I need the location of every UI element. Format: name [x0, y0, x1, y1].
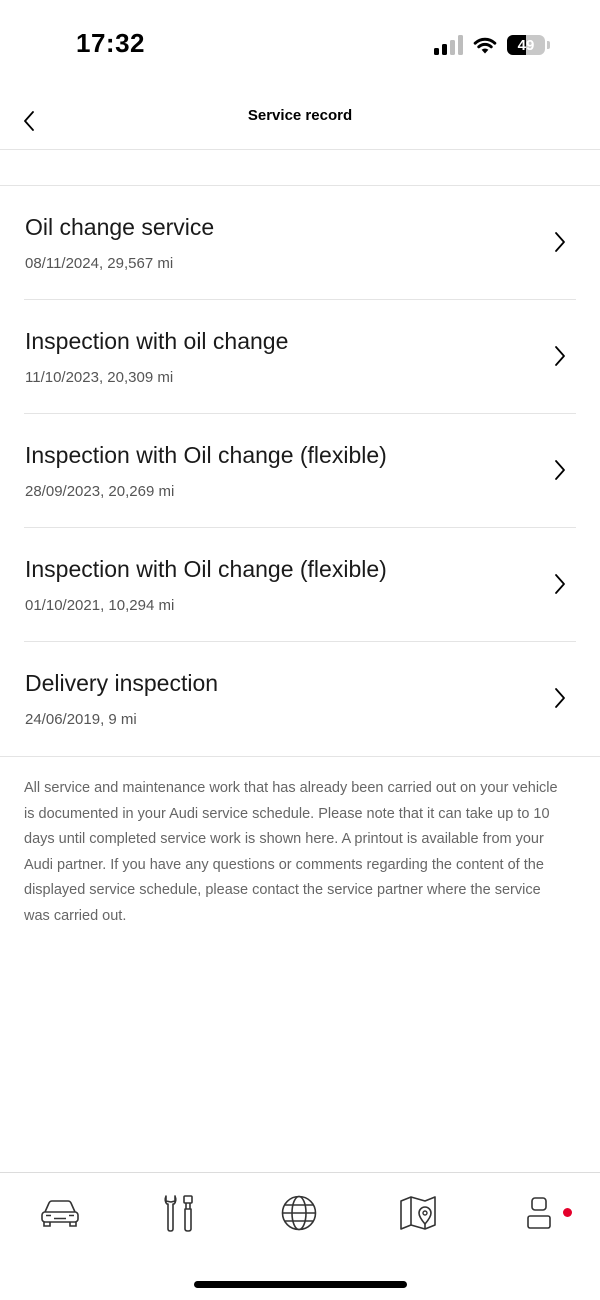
divider [0, 756, 600, 757]
chevron-right-icon [555, 232, 565, 252]
home-indicator[interactable] [194, 1281, 407, 1288]
car-icon [41, 1200, 79, 1227]
status-icons: 49 [434, 33, 550, 57]
nav-explore[interactable] [277, 1191, 321, 1235]
list-item[interactable]: Inspection with Oil change (flexible) 01… [24, 528, 576, 642]
profile-icon [527, 1197, 551, 1229]
nav-vehicle[interactable] [38, 1191, 82, 1235]
record-title: Inspection with Oil change (flexible) [25, 556, 387, 582]
list-item[interactable]: Inspection with Oil change (flexible) 28… [24, 414, 576, 528]
notification-dot [563, 1208, 572, 1217]
record-date-mileage: 11/10/2023, 20,309 mi [25, 369, 174, 386]
nav-map[interactable] [396, 1191, 440, 1235]
nav-service[interactable] [157, 1191, 201, 1235]
record-date-mileage: 08/11/2024, 29,567 mi [25, 255, 174, 272]
list-item[interactable]: Oil change service 08/11/2024, 29,567 mi [24, 186, 576, 300]
record-title: Inspection with Oil change (flexible) [25, 442, 387, 468]
list-item[interactable]: Delivery inspection 24/06/2019, 9 mi [24, 642, 576, 756]
page-title: Service record [247, 107, 353, 124]
battery-icon: 49 [507, 35, 545, 55]
service-info-text: All service and maintenance work that ha… [24, 780, 558, 924]
bottom-nav [0, 1172, 600, 1300]
globe-icon [281, 1195, 317, 1231]
header: Service record [0, 90, 600, 150]
record-date-mileage: 24/06/2019, 9 mi [25, 711, 137, 728]
record-title: Delivery inspection [25, 670, 219, 696]
chevron-right-icon [555, 346, 565, 366]
nav-profile[interactable] [517, 1191, 561, 1235]
record-title: Oil change service [25, 214, 215, 240]
chevron-right-icon [555, 460, 565, 480]
battery-level: 49 [517, 36, 535, 54]
chevron-right-icon [555, 574, 565, 594]
map-icon [400, 1196, 436, 1230]
tools-icon [164, 1195, 193, 1232]
battery-cap [547, 41, 550, 49]
wifi-icon [473, 37, 497, 54]
chevron-right-icon [555, 688, 565, 708]
signal-icon [434, 35, 463, 55]
service-record-list: Oil change service 08/11/2024, 29,567 mi… [0, 186, 600, 756]
status-time: 17:32 [76, 28, 145, 58]
record-title: Inspection with oil change [25, 328, 289, 354]
record-date-mileage: 01/10/2021, 10,294 mi [25, 597, 175, 614]
list-item[interactable]: Inspection with oil change 11/10/2023, 2… [24, 300, 576, 414]
record-date-mileage: 28/09/2023, 20,269 mi [25, 483, 175, 500]
screen: 17:32 49 Service record Oil change servi… [0, 0, 600, 1300]
status-bar: 17:32 49 [0, 0, 600, 90]
